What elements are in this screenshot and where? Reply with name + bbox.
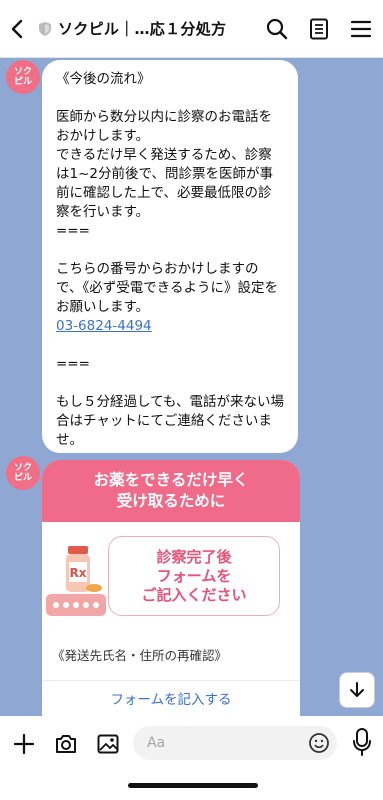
sender-avatar[interactable]: ソク ピル (6, 60, 40, 94)
hamburger-menu-icon (350, 20, 372, 38)
plus-icon (13, 733, 35, 755)
camera-icon (56, 735, 76, 753)
scroll-down-button[interactable] (339, 672, 375, 708)
message-bubble: 《今後の流れ》 医師から数分以内に診察のお電話をおかけします。 できるだけ早く発… (42, 60, 298, 453)
message-input-bar: Aa (0, 716, 383, 772)
message-line: 《今後の流れ》 (56, 71, 151, 87)
back-button[interactable] (0, 0, 34, 58)
message-input[interactable]: Aa (133, 726, 337, 760)
message-line: === (56, 356, 90, 372)
fill-form-button[interactable]: フォームを記入する (42, 681, 300, 715)
image-icon (97, 734, 119, 754)
arrow-down-icon (350, 682, 364, 697)
chat-title: ソクピル｜…応１分処方 (58, 20, 227, 38)
menu-button[interactable] (347, 15, 375, 43)
shield-icon (34, 21, 56, 37)
sender-avatar[interactable]: ソク ピル (6, 456, 40, 490)
phone-link[interactable]: 03-6824-4494 (56, 318, 152, 334)
camera-button[interactable] (48, 726, 84, 762)
svg-text:Rx: Rx (70, 566, 87, 580)
search-button[interactable] (263, 15, 291, 43)
search-icon (266, 18, 288, 40)
card-description: 《発送先氏名・住所の再確認》 (52, 648, 228, 663)
chat-header: ソクピル｜…応１分処方 (0, 0, 383, 58)
emoji-icon[interactable] (307, 731, 331, 755)
microphone-icon[interactable] (351, 726, 373, 758)
medicine-icon: Rx (46, 546, 106, 616)
message-line: こちらの番号からおかけしますので、《必ず受電できるように》設定をお願いします。 (56, 261, 278, 315)
notes-button[interactable] (305, 15, 333, 43)
message-line: できるだけ早く発送するため、診察は1~2分前後で、問診票を医師が事前に確認した上… (56, 147, 273, 220)
message-line: === (56, 223, 90, 239)
card-header: お薬をできるだけ早く 受け取るために (42, 460, 300, 522)
home-indicator[interactable] (128, 783, 258, 788)
chevron-left-icon (11, 19, 23, 38)
message-line: 医師から数分以内に診察のお電話をおかけします。 (56, 109, 272, 144)
card-image[interactable]: Rx 診察完了後 フォームを ご記入ください (42, 522, 300, 648)
notes-icon (310, 18, 328, 40)
message-line: もし５分経過しても、電話が来ない場合はチャットにてご連絡くださいませ。 (56, 394, 285, 448)
form-card: お薬をできるだけ早く 受け取るために Rx 診察完了後 フォームを ご記入くださ… (42, 460, 300, 716)
chat-area[interactable]: ソク ピル 《今後の流れ》 医師から数分以内に診察のお電話をおかけします。 でき… (0, 58, 383, 716)
gallery-button[interactable] (90, 726, 126, 762)
form-badge: 診察完了後 フォームを ご記入ください (108, 536, 280, 616)
add-button[interactable] (6, 726, 42, 762)
